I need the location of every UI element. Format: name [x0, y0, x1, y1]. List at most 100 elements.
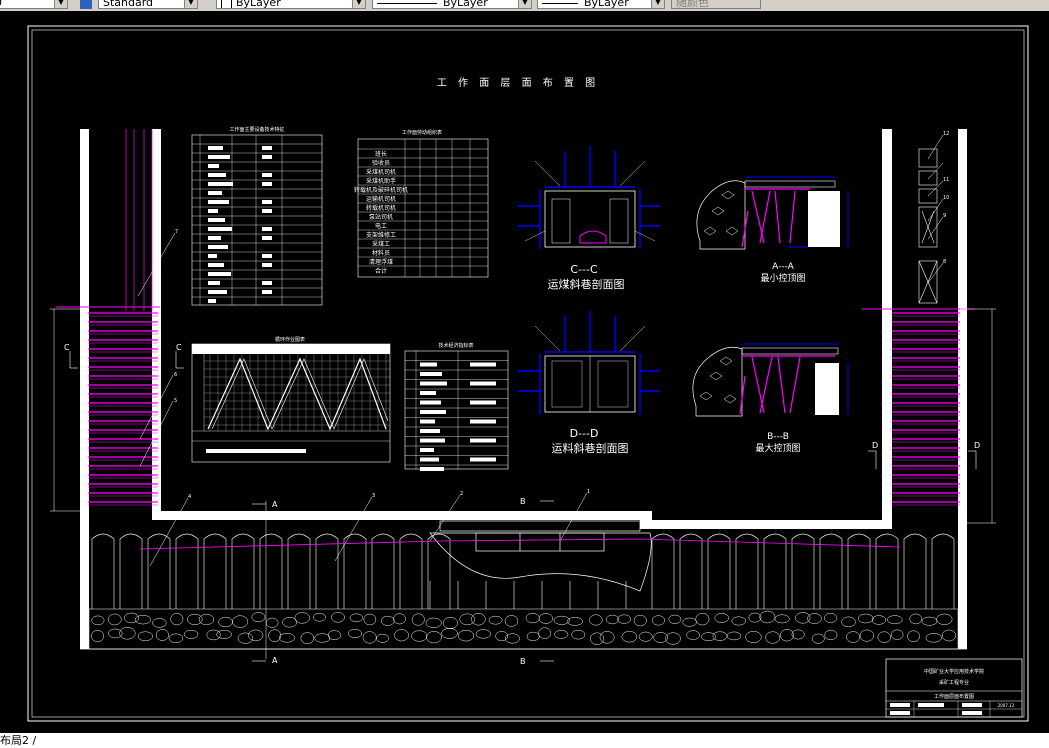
text-style-dropdown[interactable]: Standard ▼: [98, 0, 198, 9]
gob-stone: [748, 612, 762, 623]
gob-stone: [538, 627, 552, 639]
chevron-down-icon[interactable]: ▼: [651, 0, 664, 8]
table-cell: [208, 254, 217, 258]
table-cell: [208, 299, 216, 303]
properties-toolbar: 0▼ Standard▼ ByLayer▼ ByLayer▼ ByLayer▼ …: [0, 0, 1049, 11]
gob-stone: [134, 615, 152, 625]
table-cell: [262, 200, 272, 204]
gob-stone: [554, 630, 569, 639]
table-cell: [470, 438, 496, 443]
gob-stone: [887, 615, 903, 625]
table-cell: [208, 191, 222, 195]
drawing-canvas[interactable]: 工 作 面 层 面 布 置 图 1 2 3 4 5 6 7 8 9 10 11 …: [0, 11, 1049, 733]
gob-stone: [807, 613, 822, 624]
support-pillar: [119, 533, 143, 609]
table-cell: [470, 457, 496, 462]
table-cell: [420, 457, 439, 462]
gob-stone: [198, 613, 214, 626]
table-cell: [420, 410, 446, 414]
gob-stone: [426, 631, 442, 644]
support-pillar: [371, 533, 395, 609]
gob-stone: [553, 615, 570, 625]
gob-stone: [170, 612, 184, 626]
svg-text:C---C: C---C: [570, 263, 598, 276]
gob-stone: [726, 631, 742, 641]
gob-stone: [714, 613, 729, 623]
text-style-icon[interactable]: [80, 0, 92, 9]
gob-stone: [331, 612, 345, 623]
gob-stone: [187, 613, 203, 625]
svg-text:D: D: [872, 441, 878, 450]
drawing-title: 工 作 面 层 面 布 置 图: [437, 77, 599, 89]
gob-stone: [278, 632, 296, 643]
gob-stone: [871, 615, 886, 625]
svg-text:9: 9: [943, 213, 946, 219]
table-cell: [208, 218, 225, 222]
table-cell: 转载机及破碎机司机: [354, 186, 408, 194]
table-cell: [208, 155, 230, 159]
gob-stone: [155, 629, 169, 641]
svg-text:运料斜巷剖面图: 运料斜巷剖面图: [552, 441, 629, 455]
gob-stone: [824, 612, 838, 623]
plot-style-dropdown[interactable]: 随颜色: [671, 0, 761, 9]
gob-stone: [857, 613, 874, 624]
chevron-down-icon[interactable]: ▼: [184, 0, 197, 8]
gob-stone: [617, 614, 632, 624]
gob-stone: [712, 631, 728, 641]
gob-stone: [394, 629, 409, 642]
gob-stone: [846, 631, 861, 643]
table-cell: [420, 438, 445, 443]
gob-stone: [248, 629, 264, 642]
svg-text:采矿工程专业: 采矿工程专业: [939, 679, 969, 686]
inner-frame: [31, 29, 1025, 718]
layer-dropdown[interactable]: 0▼: [0, 0, 68, 9]
support-pillar: [147, 533, 171, 609]
table-cell: 材料员: [372, 249, 390, 257]
table-cell: [420, 372, 442, 376]
gob-stone: [183, 629, 199, 639]
chevron-down-icon[interactable]: ▼: [518, 0, 531, 8]
table-cell: [262, 227, 272, 231]
chevron-down-icon[interactable]: ▼: [352, 0, 365, 8]
gob-stone: [907, 630, 920, 643]
svg-text:5: 5: [174, 398, 177, 404]
table-cell: [470, 381, 496, 386]
table-cell: 采煤机司机: [366, 168, 396, 176]
layout-tab[interactable]: 布局2 /: [0, 733, 36, 748]
gob-stone: [638, 631, 653, 642]
svg-text:2007.12: 2007.12: [998, 703, 1015, 708]
gob-stone: [237, 632, 254, 644]
gob-stone: [571, 629, 586, 640]
table-cell: [420, 448, 434, 452]
layer-dropdown-value: 0: [0, 0, 2, 8]
gob-stone: [314, 633, 331, 643]
gob-stone: [380, 615, 395, 626]
table-cell: [420, 467, 444, 471]
gob-stone: [504, 633, 520, 644]
gob-stone: [765, 631, 781, 644]
table-cell: [262, 155, 272, 159]
layer-selector[interactable]: ByLayer ▼: [216, 0, 366, 9]
gob-area: [88, 608, 959, 650]
table-cell: [420, 419, 435, 424]
svg-text:D: D: [974, 441, 980, 450]
svg-text:技术经济指标表: 技术经济指标表: [438, 342, 473, 349]
table-cell: 运输机司机: [366, 195, 396, 203]
svg-text:B: B: [520, 657, 526, 666]
table-cell: [262, 236, 272, 240]
support-pillar: [399, 533, 423, 609]
svg-text:7: 7: [175, 229, 178, 235]
table-cell: [262, 263, 272, 267]
support-pillar: [427, 533, 451, 609]
gob-stone: [731, 616, 746, 626]
gob-stone: [216, 629, 232, 639]
gob-stone: [232, 615, 249, 628]
linetype-dropdown[interactable]: ByLayer ▼: [372, 0, 532, 9]
gob-stone: [504, 615, 519, 627]
gob-stone: [152, 618, 167, 628]
lineweight-dropdown[interactable]: ByLayer ▼: [537, 0, 665, 9]
support-pillar: [203, 533, 227, 609]
chevron-down-icon[interactable]: ▼: [54, 0, 67, 8]
svg-text:C: C: [176, 343, 182, 352]
face-support-row: [91, 533, 955, 609]
